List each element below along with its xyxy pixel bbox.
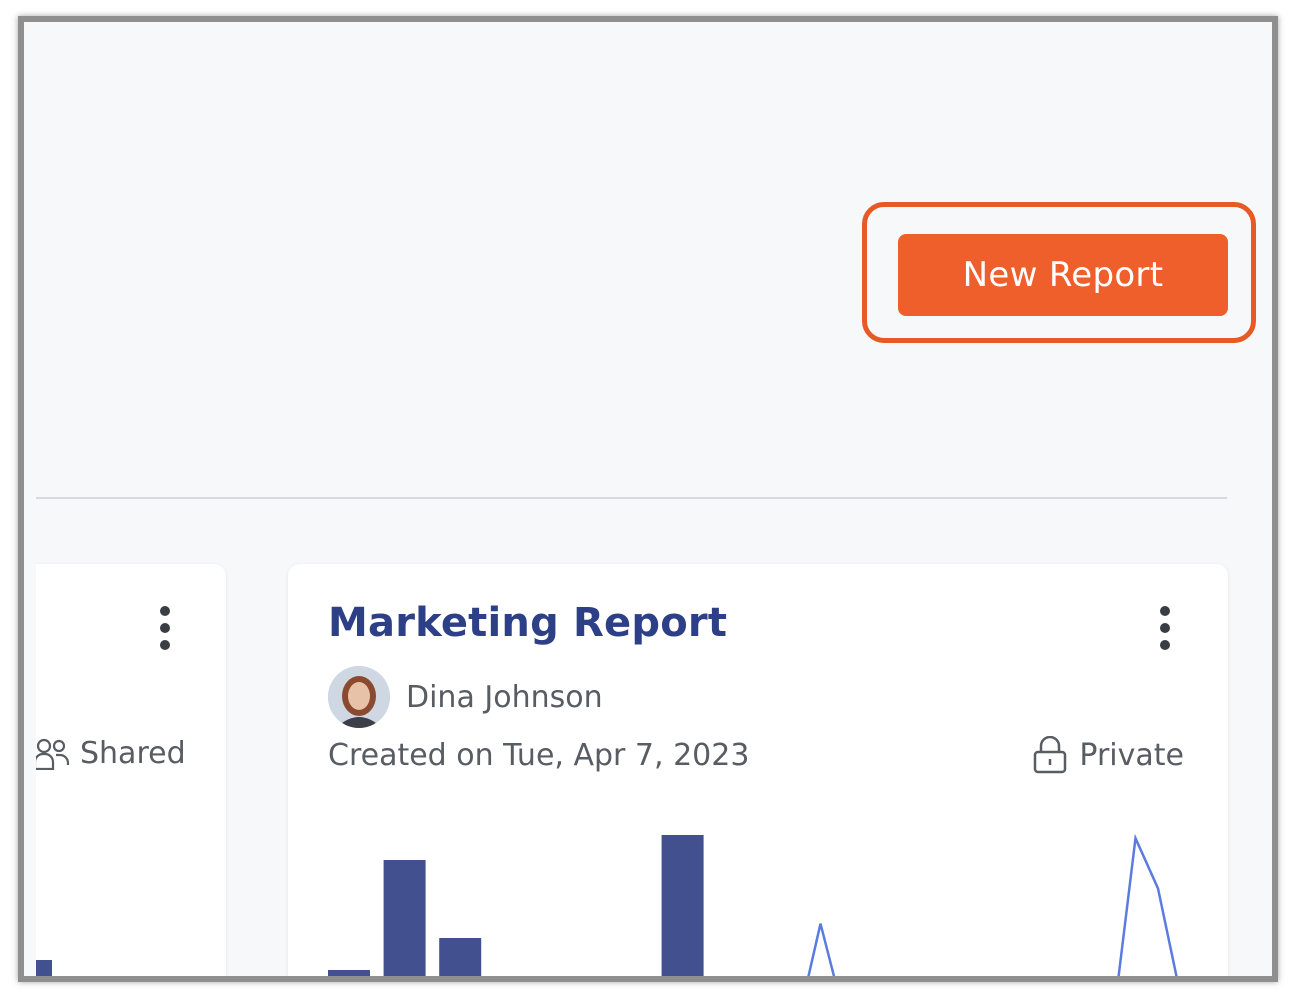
chart-bar [36,960,52,976]
chart-bar [661,835,704,976]
app-window: New Report Shared Marketing Report Dina … [18,16,1278,982]
shared-label: Shared [80,736,186,771]
author-name: Dina Johnson [406,679,603,715]
private-label: Private [1079,737,1184,773]
more-options-icon[interactable] [155,606,175,650]
chart-bar [328,970,370,976]
new-report-button[interactable]: New Report [898,234,1228,316]
visibility-status: Shared [36,736,186,771]
author: Dina Johnson [328,666,603,728]
report-card[interactable]: Shared [36,564,226,976]
card-title[interactable]: Marketing Report [328,600,727,646]
created-date: Created on Tue, Apr 7, 2023 [328,738,750,773]
users-icon [36,738,70,770]
visibility-status: Private [1033,736,1184,774]
lock-icon [1034,736,1067,774]
report-chart [328,833,1178,976]
more-options-icon[interactable] [1155,606,1175,650]
reports-page: New Report Shared Marketing Report Dina … [36,34,1272,976]
divider [36,497,1227,499]
avatar [328,666,390,728]
chart-bar [383,860,426,976]
chart-bar [439,938,482,976]
chart-line [807,833,1178,976]
report-card-marketing[interactable]: Marketing Report Dina Johnson Created on… [288,564,1228,976]
